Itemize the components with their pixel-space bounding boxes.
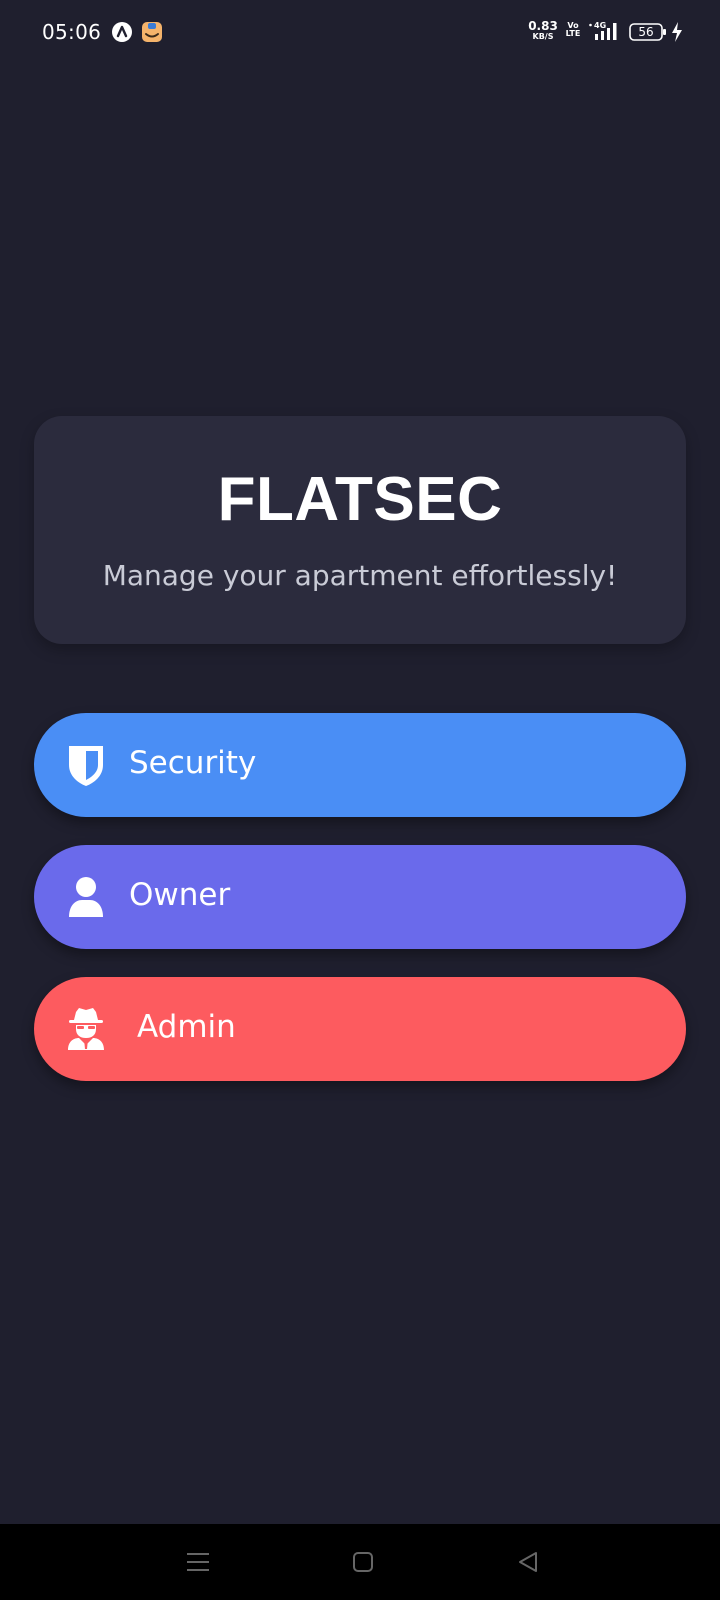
owner-label: Owner (129, 877, 231, 913)
app-tagline: Manage your apartment effortlessly! (102, 559, 618, 592)
app-notification-icon (141, 21, 163, 43)
user-icon (66, 875, 106, 919)
menu-icon[interactable] (178, 1542, 218, 1582)
owner-button[interactable]: Owner (34, 845, 686, 949)
back-icon[interactable] (508, 1542, 548, 1582)
network-speed-value: 0.83 (528, 19, 558, 33)
security-button[interactable]: Security (34, 713, 686, 817)
app-title: FLATSEC (217, 465, 503, 534)
header-card: FLATSEC Manage your apartment effortless… (34, 416, 686, 644)
network-speed: 0.83 KB/S (528, 20, 558, 41)
status-bar: 05:06 0.83 KB/S Vo LTE 4G 56 (0, 0, 720, 64)
signal-icon: 4G (588, 20, 622, 42)
home-icon[interactable] (343, 1542, 383, 1582)
shield-icon (66, 743, 106, 787)
spy-icon (66, 1007, 106, 1051)
app-a-icon (112, 22, 132, 42)
battery-level: 56 (638, 25, 654, 39)
status-time: 05:06 (42, 20, 102, 44)
admin-label: Admin (137, 1009, 236, 1045)
volte-bottom: LTE (565, 29, 581, 38)
admin-button[interactable]: Admin (34, 977, 686, 1081)
network-speed-unit: KB/S (532, 32, 554, 41)
signal-type: 4G (594, 21, 606, 30)
volte-indicator: Vo LTE (565, 22, 581, 38)
charging-icon (670, 21, 684, 43)
security-label: Security (129, 745, 257, 781)
navigation-bar (0, 1524, 720, 1600)
